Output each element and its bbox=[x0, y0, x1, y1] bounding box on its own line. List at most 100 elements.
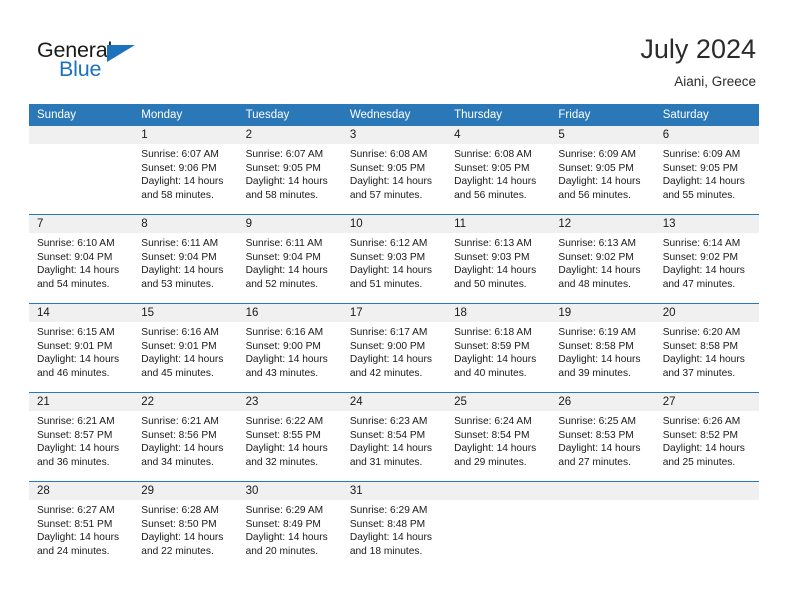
day-info-sunrise: Sunrise: 6:16 AM bbox=[141, 327, 219, 338]
day-info-daylight-line1: Daylight: 14 hours bbox=[349, 265, 432, 277]
calendar-day-cell[interactable]: 29 Sunrise: 6:28 AM Sunset: 8:50 PM Dayligh… bbox=[133, 481, 238, 570]
day-number: 5 bbox=[550, 126, 655, 144]
day-cell-inner: 17 Sunrise: 6:17 AM Sunset: 9:00 PM Dayligh… bbox=[341, 304, 447, 392]
calendar-day-cell[interactable]: 17 Sunrise: 6:17 AM Sunset: 9:00 PM Dayligh… bbox=[341, 303, 447, 393]
day-sun-info: Sunrise: 6:16 AM Sunset: 9:01 PM Daylight:… bbox=[133, 322, 237, 380]
calendar-day-cell[interactable]: 26 Sunrise: 6:25 AM Sunset: 8:53 PM Dayligh… bbox=[550, 392, 655, 482]
calendar-day-cell[interactable]: 22 Sunrise: 6:21 AM Sunset: 8:56 PM Dayligh… bbox=[133, 392, 238, 482]
day-number: 25 bbox=[446, 393, 551, 411]
day-sun-info: Sunrise: 6:08 AM Sunset: 9:05 PM Daylight:… bbox=[446, 144, 550, 202]
calendar-day-cell[interactable]: 24 Sunrise: 6:23 AM Sunset: 8:54 PM Dayligh… bbox=[341, 392, 447, 482]
calendar-day-cell[interactable]: 7 Sunrise: 6:10 AM Sunset: 9:04 PM Daylight… bbox=[29, 214, 134, 304]
calendar-day-cell[interactable]: 5 Sunrise: 6:09 AM Sunset: 9:05 PM Daylight… bbox=[550, 126, 655, 215]
day-info-sunset: Sunset: 9:00 PM bbox=[349, 340, 426, 352]
day-cell-inner: 30 Sunrise: 6:29 AM Sunset: 8:49 PM Dayligh… bbox=[237, 482, 342, 570]
calendar-page: General Blue July 2024 Aiani, Greece Sun… bbox=[0, 0, 792, 612]
day-info-daylight-line2: and 58 minutes. bbox=[141, 189, 214, 201]
calendar-day-cell[interactable]: 1 Sunrise: 6:07 AM Sunset: 9:06 PM Daylight… bbox=[133, 126, 238, 215]
calendar-day-cell[interactable]: 21 Sunrise: 6:21 AM Sunset: 8:57 PM Dayligh… bbox=[29, 392, 134, 482]
day-info-sunrise: Sunrise: 6:26 AM bbox=[662, 416, 741, 427]
day-info-daylight-line2: and 51 minutes. bbox=[349, 278, 423, 290]
weekday-header-thursday: Thursday bbox=[446, 104, 551, 126]
day-info-daylight-line2: and 31 minutes. bbox=[349, 456, 423, 468]
day-info-daylight-line2: and 25 minutes. bbox=[662, 456, 736, 468]
calendar-day-cell[interactable]: 20 Sunrise: 6:20 AM Sunset: 8:58 PM Dayligh… bbox=[654, 303, 759, 393]
day-number: 17 bbox=[341, 304, 447, 322]
day-info-sunrise: Sunrise: 6:11 AM bbox=[245, 238, 323, 249]
calendar-day-cell[interactable]: 11 Sunrise: 6:13 AM Sunset: 9:03 PM Dayligh… bbox=[446, 214, 551, 304]
day-cell-inner: 4 Sunrise: 6:08 AM Sunset: 9:05 PM Daylight… bbox=[446, 126, 551, 214]
day-info-daylight-line2: and 29 minutes. bbox=[454, 456, 527, 468]
calendar-day-cell[interactable]: 16 Sunrise: 6:16 AM Sunset: 9:00 PM Dayligh… bbox=[237, 303, 342, 393]
calendar-day-cell[interactable]: 15 Sunrise: 6:16 AM Sunset: 9:01 PM Dayligh… bbox=[133, 303, 238, 393]
day-info-daylight-line2: and 42 minutes. bbox=[349, 367, 423, 379]
day-info-sunset: Sunset: 8:54 PM bbox=[349, 429, 426, 441]
day-cell-inner: 21 Sunrise: 6:21 AM Sunset: 8:57 PM Dayligh… bbox=[29, 393, 134, 481]
calendar-day-cell[interactable]: 6 Sunrise: 6:09 AM Sunset: 9:05 PM Daylight… bbox=[654, 126, 759, 215]
day-info-sunset: Sunset: 8:53 PM bbox=[558, 429, 634, 441]
day-number: 31 bbox=[341, 482, 447, 500]
day-info-sunset: Sunset: 8:54 PM bbox=[454, 429, 530, 441]
day-cell-inner: 14 Sunrise: 6:15 AM Sunset: 9:01 PM Dayligh… bbox=[29, 304, 134, 392]
day-info-daylight-line1: Daylight: 14 hours bbox=[662, 354, 745, 366]
day-cell-inner: 11 Sunrise: 6:13 AM Sunset: 9:03 PM Dayligh… bbox=[446, 215, 551, 303]
calendar-week-row: 1 Sunrise: 6:07 AM Sunset: 9:06 PM Daylight… bbox=[29, 126, 759, 215]
day-sun-info: Sunrise: 6:18 AM Sunset: 8:59 PM Daylight:… bbox=[446, 322, 550, 380]
calendar-day-cell[interactable]: 13 Sunrise: 6:14 AM Sunset: 9:02 PM Dayligh… bbox=[654, 214, 759, 304]
calendar-body: 1 Sunrise: 6:07 AM Sunset: 9:06 PM Daylight… bbox=[29, 126, 759, 570]
day-cell-inner: 26 Sunrise: 6:25 AM Sunset: 8:53 PM Dayligh… bbox=[550, 393, 655, 481]
day-info-sunset: Sunset: 8:49 PM bbox=[245, 518, 321, 530]
calendar-day-cell[interactable]: 3 Sunrise: 6:08 AM Sunset: 9:05 PM Daylight… bbox=[341, 126, 447, 215]
day-info-sunrise: Sunrise: 6:25 AM bbox=[558, 416, 636, 427]
calendar-day-cell[interactable]: 25 Sunrise: 6:24 AM Sunset: 8:54 PM Dayligh… bbox=[446, 392, 551, 482]
calendar-day-cell[interactable]: 27 Sunrise: 6:26 AM Sunset: 8:52 PM Dayligh… bbox=[654, 392, 759, 482]
day-number: 1 bbox=[133, 126, 238, 144]
calendar-day-cell[interactable]: 9 Sunrise: 6:11 AM Sunset: 9:04 PM Daylight… bbox=[237, 214, 342, 304]
day-info-sunrise: Sunrise: 6:23 AM bbox=[349, 416, 428, 427]
day-info-sunrise: Sunrise: 6:07 AM bbox=[141, 149, 219, 160]
day-info-sunrise: Sunrise: 6:24 AM bbox=[454, 416, 532, 427]
day-cell-inner bbox=[446, 482, 551, 570]
day-cell-inner: 25 Sunrise: 6:24 AM Sunset: 8:54 PM Dayligh… bbox=[446, 393, 551, 481]
day-number: 16 bbox=[237, 304, 342, 322]
day-info-daylight-line1: Daylight: 14 hours bbox=[454, 265, 537, 277]
day-info-sunset: Sunset: 8:52 PM bbox=[662, 429, 739, 441]
calendar-day-cell[interactable]: 14 Sunrise: 6:15 AM Sunset: 9:01 PM Dayligh… bbox=[29, 303, 134, 393]
day-info-daylight-line2: and 57 minutes. bbox=[349, 189, 423, 201]
day-info-sunrise: Sunrise: 6:13 AM bbox=[454, 238, 532, 249]
day-number bbox=[654, 482, 759, 500]
day-info-daylight-line2: and 20 minutes. bbox=[245, 545, 319, 557]
day-sun-info: Sunrise: 6:20 AM Sunset: 8:58 PM Daylight:… bbox=[655, 322, 759, 380]
day-info-daylight-line1: Daylight: 14 hours bbox=[558, 443, 641, 455]
calendar-day-cell[interactable]: 30 Sunrise: 6:29 AM Sunset: 8:49 PM Dayligh… bbox=[237, 481, 342, 570]
day-info-daylight-line1: Daylight: 14 hours bbox=[662, 176, 745, 188]
day-info-daylight-line2: and 18 minutes. bbox=[349, 545, 423, 557]
calendar-day-cell[interactable]: 18 Sunrise: 6:18 AM Sunset: 8:59 PM Dayligh… bbox=[446, 303, 551, 393]
weekday-header-monday: Monday bbox=[133, 104, 238, 126]
calendar-day-cell[interactable]: 23 Sunrise: 6:22 AM Sunset: 8:55 PM Dayligh… bbox=[237, 392, 342, 482]
calendar-day-cell[interactable]: 31 Sunrise: 6:29 AM Sunset: 8:48 PM Dayligh… bbox=[341, 481, 447, 570]
day-info-sunset: Sunset: 9:05 PM bbox=[454, 162, 530, 174]
calendar-day-cell-empty bbox=[29, 126, 134, 215]
calendar-day-cell[interactable]: 19 Sunrise: 6:19 AM Sunset: 8:58 PM Dayligh… bbox=[550, 303, 655, 393]
calendar-day-cell[interactable]: 12 Sunrise: 6:13 AM Sunset: 9:02 PM Dayligh… bbox=[550, 214, 655, 304]
day-sun-info: Sunrise: 6:29 AM Sunset: 8:49 PM Daylight:… bbox=[238, 500, 342, 558]
calendar-day-cell[interactable]: 28 Sunrise: 6:27 AM Sunset: 8:51 PM Dayligh… bbox=[29, 481, 134, 570]
triangle-flag-icon bbox=[107, 45, 135, 62]
day-number: 27 bbox=[654, 393, 759, 411]
calendar-day-cell[interactable]: 10 Sunrise: 6:12 AM Sunset: 9:03 PM Dayligh… bbox=[341, 214, 447, 304]
calendar-day-cell[interactable]: 2 Sunrise: 6:07 AM Sunset: 9:05 PM Daylight… bbox=[237, 126, 342, 215]
day-number bbox=[446, 482, 551, 500]
day-info-sunrise: Sunrise: 6:18 AM bbox=[454, 327, 532, 338]
day-info-daylight-line2: and 46 minutes. bbox=[37, 367, 110, 379]
day-info-sunrise: Sunrise: 6:15 AM bbox=[37, 327, 115, 338]
day-sun-info: Sunrise: 6:12 AM Sunset: 9:03 PM Daylight:… bbox=[342, 233, 446, 291]
day-info-sunset: Sunset: 8:59 PM bbox=[454, 340, 530, 352]
day-sun-info: Sunrise: 6:13 AM Sunset: 9:03 PM Daylight:… bbox=[446, 233, 550, 291]
day-info-daylight-line1: Daylight: 14 hours bbox=[662, 265, 745, 277]
calendar-day-cell[interactable]: 4 Sunrise: 6:08 AM Sunset: 9:05 PM Daylight… bbox=[446, 126, 551, 215]
calendar-day-cell[interactable]: 8 Sunrise: 6:11 AM Sunset: 9:04 PM Daylight… bbox=[133, 214, 238, 304]
day-info-daylight-line1: Daylight: 14 hours bbox=[141, 532, 224, 544]
day-info-sunrise: Sunrise: 6:19 AM bbox=[558, 327, 636, 338]
day-info-sunrise: Sunrise: 6:22 AM bbox=[245, 416, 324, 427]
